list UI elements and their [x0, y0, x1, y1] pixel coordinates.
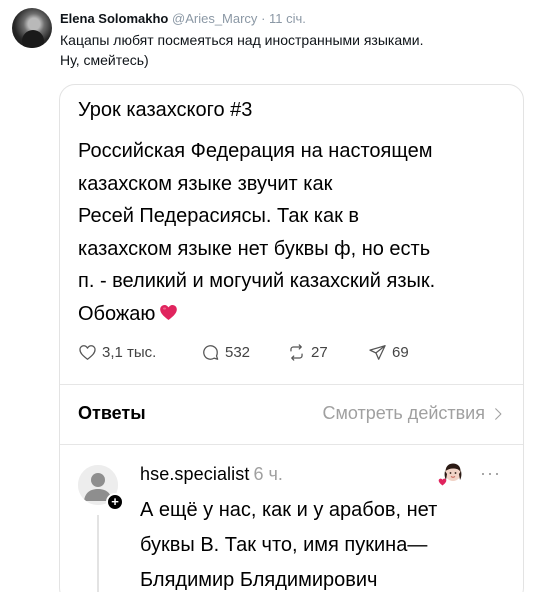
lesson-body: Российская Федерация на настоящем казахс… [78, 135, 518, 330]
tweet-text: Кацапы любят посмеяться над иностранными… [60, 30, 423, 70]
tweet-header: Elena Solomakho @Aries_Marcy · 11 січ. [60, 10, 306, 27]
red-heart-icon [159, 303, 178, 322]
lesson-line-last: Обожаю [78, 298, 518, 331]
reply-line: буквы В. Так что, имя пукина— [140, 534, 428, 556]
lesson-title: Урок казахского #3 [78, 99, 253, 121]
tweet-text-line: Ну, смейтесь) [60, 52, 149, 68]
author-handle[interactable]: @Aries_Marcy [172, 11, 257, 26]
post-actions: 3,1 тыс. 532 27 69 [78, 340, 508, 364]
chevron-right-icon [495, 407, 502, 420]
divider [60, 384, 523, 385]
share-count: 69 [392, 343, 409, 361]
replies-label: Ответы [78, 403, 146, 423]
lesson-line: Ресей Педерасиясы. Так как в [78, 205, 360, 227]
lesson-line: казахском языке нет буквы ф, но есть [78, 237, 431, 260]
lesson-line: п. - великий и могучий казахский язык. [78, 270, 436, 292]
author-name[interactable]: Elena Solomakho [60, 11, 168, 26]
reply-line: А ещё у нас, как и у арабов, нет [140, 499, 438, 521]
reply-username[interactable]: hse.specialist [140, 464, 249, 484]
separator-dot: · [261, 11, 266, 26]
tweet-text-line: Кацапы любят посмеяться над иностранными… [60, 32, 424, 48]
share-button[interactable]: 69 [368, 340, 409, 364]
send-icon [369, 344, 386, 360]
comment-count: 532 [225, 343, 251, 361]
lesson-line: казахском языке звучит как [78, 172, 333, 195]
lesson-line-text: Обожаю [78, 302, 156, 325]
heart-outline-icon [79, 344, 96, 360]
reply-header: hse.specialist 6 ч. [140, 463, 283, 485]
author-avatar[interactable] [12, 8, 52, 48]
liked-by-author-icon [438, 461, 464, 487]
view-activity-label: Смотреть действия [322, 403, 485, 423]
comment-bubble-icon [203, 344, 219, 360]
embedded-screenshot-card[interactable]: Урок казахского #3 Российская Федерация … [59, 84, 524, 592]
reply-line: Блядимир Блядимирович [140, 569, 378, 591]
follow-plus-icon[interactable]: + [106, 493, 124, 511]
thread-line [97, 515, 99, 592]
repost-icon [290, 343, 303, 361]
comment-button[interactable]: 532 [201, 340, 250, 364]
divider [60, 444, 523, 445]
view-activity-link[interactable]: Смотреть действия [323, 403, 505, 424]
reply-text: А ещё у нас, как и у арабов, нет буквы В… [140, 493, 510, 592]
lesson-line: Российская Федерация на настоящем [78, 140, 433, 162]
like-button[interactable]: 3,1 тыс. [78, 340, 156, 364]
post-time[interactable]: 11 січ. [269, 11, 306, 26]
tweet: Elena Solomakho @Aries_Marcy · 11 січ. К… [0, 0, 545, 592]
repost-count: 27 [311, 343, 328, 361]
more-options-icon[interactable]: ··· [480, 463, 501, 484]
like-count: 3,1 тыс. [102, 343, 157, 361]
repost-button[interactable]: 27 [287, 340, 328, 364]
reply-time: 6 ч. [253, 464, 283, 484]
